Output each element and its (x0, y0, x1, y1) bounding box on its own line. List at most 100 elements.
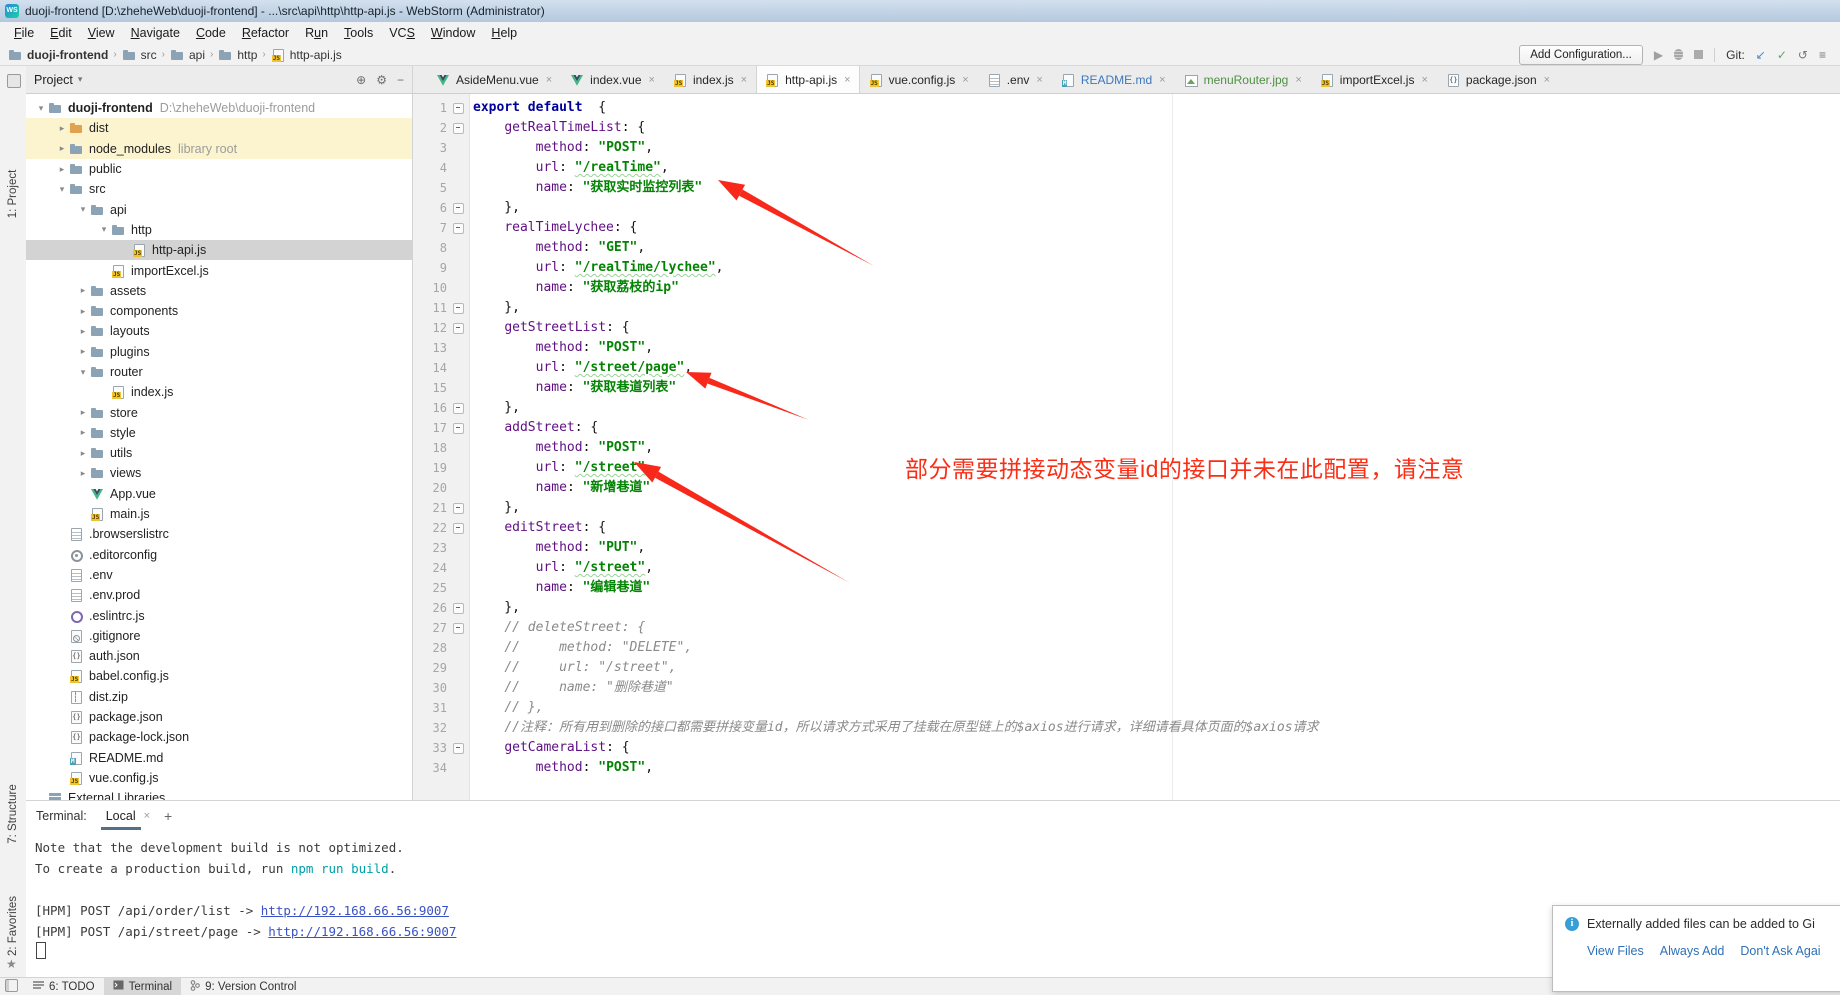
fold-marker-icon[interactable] (453, 423, 464, 434)
menu-item-help[interactable]: Help (483, 24, 525, 42)
chevron-right-icon[interactable]: ▸ (76, 306, 90, 317)
tree-item[interactable]: ▸layouts (26, 321, 412, 341)
run-icon[interactable]: ▶ (1654, 48, 1663, 62)
sidebar-item-favorites[interactable]: 2: Favorites (7, 896, 19, 956)
project-panel-title[interactable]: Project (34, 73, 73, 87)
notification-action-link[interactable]: Don't Ask Agai (1740, 944, 1820, 958)
tool-window-icon[interactable] (7, 74, 21, 88)
chevron-right-icon[interactable]: ▸ (55, 164, 69, 175)
terminal-link[interactable]: http://192.168.66.56:9007 (268, 924, 456, 939)
gear-icon[interactable]: ⚙ (376, 73, 387, 87)
tree-item[interactable]: {}auth.json (26, 646, 412, 666)
breadcrumb-item[interactable]: http (218, 48, 257, 62)
hide-panel-icon[interactable]: − (397, 73, 404, 87)
fold-marker-icon[interactable] (453, 503, 464, 514)
breadcrumb-item[interactable]: duoji-frontend (8, 48, 108, 62)
debug-icon[interactable] (1674, 49, 1683, 60)
menu-item-run[interactable]: Run (297, 24, 336, 42)
tab-README.md[interactable]: MREADME.md× (1052, 66, 1175, 93)
tree-item[interactable]: ▾api (26, 199, 412, 219)
close-icon[interactable]: × (1421, 74, 1427, 86)
tree-item[interactable]: .eslintrc.js (26, 605, 412, 625)
tree-item[interactable]: ▸views (26, 463, 412, 483)
statusbar-item-vcs[interactable]: 9: Version Control (181, 978, 305, 995)
terminal-link[interactable]: http://192.168.66.56:9007 (261, 903, 449, 918)
tree-item[interactable]: ▾router (26, 362, 412, 382)
menu-item-vcs[interactable]: VCS (381, 24, 423, 42)
tab-http-api.js[interactable]: JShttp-api.js× (756, 66, 859, 93)
chevron-right-icon[interactable]: ▸ (76, 468, 90, 479)
close-icon[interactable]: × (962, 74, 968, 86)
tree-item[interactable]: JSmain.js (26, 504, 412, 524)
tab-menuRouter.jpg[interactable]: menuRouter.jpg× (1175, 66, 1311, 93)
tree-item[interactable]: .env.prod (26, 585, 412, 605)
chevron-down-icon[interactable]: ▾ (78, 74, 83, 85)
breadcrumb-item[interactable]: JShttp-api.js (271, 48, 342, 62)
tree-item[interactable]: JSindex.js (26, 382, 412, 402)
fold-marker-icon[interactable] (453, 303, 464, 314)
chevron-down-icon[interactable]: ▾ (76, 204, 90, 215)
history-icon[interactable]: ↺ (1798, 48, 1808, 62)
menu-item-window[interactable]: Window (423, 24, 483, 42)
tab-importExcel.js[interactable]: JSimportExcel.js× (1311, 66, 1437, 93)
code-editor[interactable]: 1export default {2 getRealTimeList: {3 m… (413, 94, 1840, 800)
tab-index.vue[interactable]: index.vue× (561, 66, 664, 93)
close-icon[interactable]: × (546, 74, 552, 86)
menu-item-file[interactable]: File (6, 24, 42, 42)
more-icon[interactable]: ≡ (1819, 48, 1826, 62)
tree-item[interactable]: dist.zip (26, 687, 412, 707)
fold-marker-icon[interactable] (453, 603, 464, 614)
tab-AsideMenu.vue[interactable]: AsideMenu.vue× (427, 66, 561, 93)
git-commit-icon[interactable]: ✓ (1777, 48, 1787, 62)
tab-index.js[interactable]: JSindex.js× (664, 66, 756, 93)
menu-item-view[interactable]: View (80, 24, 123, 42)
tree-item[interactable]: ▸plugins (26, 342, 412, 362)
chevron-right-icon[interactable]: ▸ (76, 285, 90, 296)
fold-marker-icon[interactable] (453, 103, 464, 114)
fold-marker-icon[interactable] (453, 123, 464, 134)
sidebar-item-structure[interactable]: 7: Structure (7, 784, 19, 843)
notification-action-link[interactable]: View Files (1587, 944, 1644, 958)
chevron-down-icon[interactable]: ▾ (34, 103, 48, 114)
menu-item-edit[interactable]: Edit (42, 24, 80, 42)
favorites-star-icon[interactable]: ★ (6, 957, 17, 971)
tree-item[interactable]: MREADME.md (26, 748, 412, 768)
tree-item[interactable]: JSimportExcel.js (26, 260, 412, 280)
fold-marker-icon[interactable] (453, 523, 464, 534)
tree-item[interactable]: .env (26, 565, 412, 585)
close-icon[interactable]: × (741, 74, 747, 86)
tree-item[interactable]: {}package.json (26, 707, 412, 727)
chevron-right-icon[interactable]: ▸ (76, 346, 90, 357)
fold-marker-icon[interactable] (453, 203, 464, 214)
close-icon[interactable]: × (1295, 74, 1301, 86)
chevron-down-icon[interactable]: ▾ (55, 184, 69, 195)
sidebar-item-project[interactable]: 1: Project (7, 170, 19, 219)
menu-item-code[interactable]: Code (188, 24, 234, 42)
fold-marker-icon[interactable] (453, 623, 464, 634)
tab-vue.config.js[interactable]: JSvue.config.js× (860, 66, 978, 93)
fold-marker-icon[interactable] (453, 323, 464, 334)
tree-item[interactable]: ▸utils (26, 443, 412, 463)
fold-marker-icon[interactable] (453, 223, 464, 234)
close-icon[interactable]: × (1544, 74, 1550, 86)
add-configuration-button[interactable]: Add Configuration... (1519, 45, 1643, 65)
breadcrumb-item[interactable]: api (170, 48, 205, 62)
close-icon[interactable]: × (1036, 74, 1042, 86)
chevron-right-icon[interactable]: ▸ (55, 143, 69, 154)
new-terminal-icon[interactable]: + (164, 808, 172, 824)
chevron-down-icon[interactable]: ▾ (97, 224, 111, 235)
locate-file-icon[interactable]: ⊕ (356, 73, 366, 87)
tab-package.json[interactable]: {}package.json× (1437, 66, 1559, 93)
chevron-right-icon[interactable]: ▸ (76, 407, 90, 418)
tool-windows-corner-icon[interactable] (5, 979, 18, 992)
breadcrumb-item[interactable]: src (122, 48, 157, 62)
stop-icon[interactable] (1694, 50, 1703, 59)
close-icon[interactable]: × (1159, 74, 1165, 86)
chevron-right-icon[interactable]: ▸ (76, 326, 90, 337)
tree-item[interactable]: JSbabel.config.js (26, 666, 412, 686)
tree-item[interactable]: {}package-lock.json (26, 727, 412, 747)
close-icon[interactable]: × (144, 810, 150, 822)
menu-item-refactor[interactable]: Refactor (234, 24, 297, 42)
menu-item-navigate[interactable]: Navigate (123, 24, 188, 42)
tree-item[interactable]: .gitignore (26, 626, 412, 646)
